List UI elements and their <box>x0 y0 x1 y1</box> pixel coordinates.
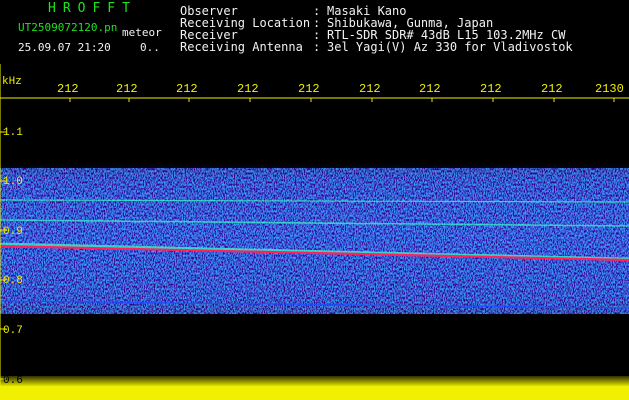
x-tick-1: 212 <box>57 82 79 96</box>
x-tick-10: 2130 <box>595 82 624 96</box>
x-tick-8: 212 <box>480 82 502 96</box>
spectrogram: kHz 1.1 1.0 0.9 0.8 0.7 0.6 212 212 212 … <box>0 64 629 400</box>
y-tick-1.1: 1.1 <box>3 127 23 139</box>
y-tick-0.9: 0.9 <box>3 226 23 238</box>
y-axis-unit: kHz <box>2 76 22 88</box>
bottom-band-base <box>0 386 629 400</box>
x-tick-3: 212 <box>176 82 198 96</box>
count-value: 0.. <box>140 41 160 54</box>
hrofft-window: HROFFT UT2509072120.pn meteor 25.09.07 2… <box>0 0 629 400</box>
date-time: 25.09.07 21:20 <box>18 41 111 54</box>
x-tick-2: 212 <box>116 82 138 96</box>
y-tick-0.7: 0.7 <box>3 325 23 337</box>
x-axis-ticks <box>0 97 629 102</box>
file-name: UT2509072120.pn <box>18 21 118 34</box>
x-tick-6: 212 <box>359 82 381 96</box>
x-tick-7: 212 <box>419 82 441 96</box>
antenna-value: 3el Yagi(V) Az 330 for Vladivostok <box>327 40 573 54</box>
noise-texture <box>0 168 629 314</box>
antenna-label: Receiving Antenna <box>180 40 303 54</box>
x-tick-4: 212 <box>237 82 259 96</box>
x-tick-9: 212 <box>541 82 563 96</box>
detection-tag: meteor <box>122 26 162 39</box>
y-tick-1.0: 1.0 <box>3 176 23 188</box>
antenna-sep: : <box>313 40 321 54</box>
y-tick-0.6: 0.6 <box>3 375 23 387</box>
app-title: HROFFT <box>48 1 137 16</box>
y-tick-0.8: 0.8 <box>3 275 23 287</box>
x-tick-5: 212 <box>298 82 320 96</box>
